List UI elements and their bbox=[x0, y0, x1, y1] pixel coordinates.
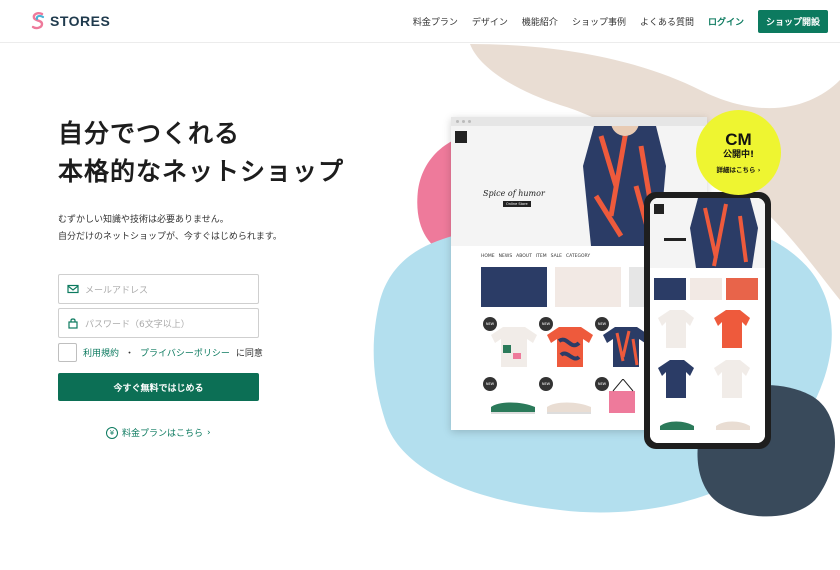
hero-headline: 自分でつくれる 本格的なネットショップ bbox=[58, 115, 344, 191]
brand-name: STORES bbox=[50, 13, 111, 29]
new-badge: NEW bbox=[595, 317, 609, 331]
main-nav: 料金プラン デザイン 機能紹介 ショップ事例 よくある質問 ログイン ショップ開… bbox=[413, 10, 828, 33]
password-placeholder: パスワード（6文字以上） bbox=[85, 319, 190, 330]
subtext-line-2: 自分だけのネットショップが、今すぐはじめられます。 bbox=[58, 232, 282, 242]
headline-line-2: 本格的なネットショップ bbox=[58, 157, 345, 186]
new-badge: NEW bbox=[483, 377, 497, 391]
phone-store-mockup bbox=[644, 192, 771, 449]
nav-item-design[interactable]: デザイン bbox=[472, 15, 508, 28]
email-field[interactable]: メールアドレス bbox=[58, 274, 259, 304]
password-field[interactable]: パスワード（6文字以上） bbox=[58, 308, 259, 338]
subtext-line-1: むずかしい知識や技術は必要ありません。 bbox=[58, 215, 229, 225]
mockup-brand-tag: Online Store bbox=[503, 201, 531, 207]
terms-link[interactable]: 利用規約 bbox=[83, 346, 119, 359]
agree-suffix: に同意 bbox=[235, 349, 263, 359]
mockup-store-nav: HOME NEWS ABOUT ITEM SALE CATEGORY bbox=[481, 254, 590, 259]
login-link[interactable]: ログイン bbox=[708, 15, 744, 28]
stores-logo-icon bbox=[31, 12, 45, 30]
mockup-nav-home: HOME bbox=[481, 254, 495, 259]
nav-item-pricing[interactable]: 料金プラン bbox=[413, 15, 458, 28]
phone-store-image bbox=[650, 198, 765, 443]
new-badge: NEW bbox=[539, 377, 553, 391]
nav-item-faq[interactable]: よくある質問 bbox=[640, 15, 694, 28]
site-header: STORES 料金プラン デザイン 機能紹介 ショップ事例 よくある質問 ログイ… bbox=[0, 0, 840, 43]
new-badge: NEW bbox=[539, 317, 553, 331]
nav-item-cases[interactable]: ショップ事例 bbox=[572, 15, 626, 28]
terms-separator: ・ bbox=[125, 349, 135, 359]
mail-icon bbox=[67, 284, 79, 294]
mockup-nav-item: ITEM bbox=[535, 254, 547, 259]
headline-line-1: 自分でつくれる bbox=[58, 119, 241, 148]
cm-badge[interactable]: CM 公開中! 詳細はこちら › bbox=[696, 110, 781, 195]
hero-subtext: むずかしい知識や技術は必要ありません。 自分だけのネットショップが、今すぐはじめ… bbox=[58, 212, 282, 246]
yen-icon: ¥ bbox=[106, 426, 118, 439]
cm-badge-subtitle: 公開中! bbox=[722, 150, 755, 160]
mockup-nav-about: ABOUT bbox=[516, 254, 532, 259]
nav-item-features[interactable]: 機能紹介 bbox=[522, 15, 558, 28]
pricing-link[interactable]: ¥ 料金プランはこちら › bbox=[106, 426, 211, 439]
product-tile bbox=[555, 267, 621, 307]
start-free-button[interactable]: 今すぐ無料ではじめる bbox=[58, 373, 259, 401]
product-tile bbox=[481, 267, 547, 307]
new-badge: NEW bbox=[595, 377, 609, 391]
mockup-nav-sale: SALE bbox=[550, 254, 563, 259]
chevron-right-icon: › bbox=[207, 427, 211, 438]
agree-checkbox[interactable] bbox=[58, 343, 77, 362]
phone-screen bbox=[650, 198, 765, 443]
brand-logo[interactable]: STORES bbox=[30, 11, 110, 31]
mockup-nav-category: CATEGORY bbox=[566, 254, 591, 259]
privacy-link[interactable]: プライバシーポリシー bbox=[140, 346, 230, 359]
cm-badge-link: 詳細はこちら › bbox=[716, 166, 761, 174]
new-badge: NEW bbox=[483, 317, 497, 331]
lock-icon bbox=[68, 318, 78, 329]
email-placeholder: メールアドレス bbox=[85, 285, 149, 296]
mockup-brand-script: Spice of humor bbox=[483, 189, 545, 198]
browser-bar bbox=[451, 117, 707, 126]
open-shop-button[interactable]: ショップ開設 bbox=[757, 10, 828, 33]
cm-badge-title: CM bbox=[725, 130, 752, 149]
mockup-nav-news: NEWS bbox=[498, 254, 513, 259]
terms-agreement: 利用規約 ・ プライバシーポリシー に同意 bbox=[58, 343, 263, 362]
pricing-link-label: 料金プランはこちら bbox=[122, 429, 204, 439]
